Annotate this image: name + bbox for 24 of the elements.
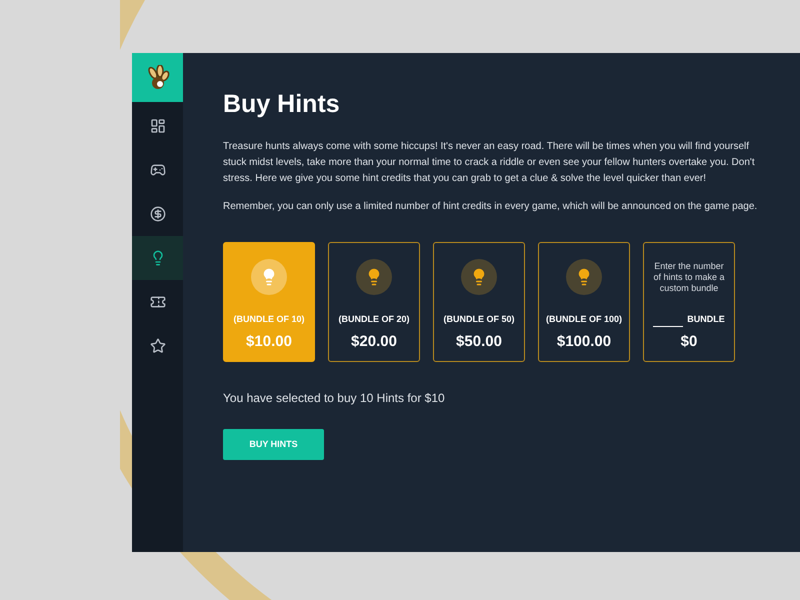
lightbulb-icon [251,259,287,295]
bundle-label: (BUNDLE OF 100) [546,313,622,326]
bundle-card[interactable]: (BUNDLE OF 20) $20.00 [328,242,420,362]
bundle-label: BUNDLE [687,313,725,326]
logo-icon [132,53,183,102]
bundle-price: $20.00 [351,332,397,352]
lightbulb-icon [356,259,392,295]
description-paragraph: Treasure hunts always come with some hiccups! It's never an easy road. There will be times when you will find yourself stuck midst levels, take more than your normal time to crack a riddle or even see your fellow hunters overtake you. Don't stress. Here we give you some hint credits that you can grab to get a clue & solve the level quicker than ever! [223,140,756,186]
bundle-price: $100.00 [556,332,612,352]
lightbulb-icon [566,259,602,295]
selection-summary: You have selected to buy 10 Hints for $10 [223,390,446,407]
bundle-price: $10.00 [246,332,292,352]
bundle-card[interactable]: (BUNDLE OF 50) $50.00 [433,242,525,362]
custom-bundle-hint: Enter the number of hints to make a custom bundle [652,261,726,294]
bundle-card[interactable]: (BUNDLE OF 100) $100.00 [538,242,630,362]
bundle-label: (BUNDLE OF 20) [338,313,410,326]
bundle-price: $0 [680,332,698,352]
bundle-label: (BUNDLE OF 10) [233,313,304,326]
bundle-price: $50.00 [456,332,502,352]
bundle-label: (BUNDLE OF 50) [443,313,514,326]
description-paragraph: Remember, you can only use a limited number of hint credits in every game, which will be announced on the game page. [223,200,758,214]
custom-bundle-card[interactable]: Enter the number of hints to make a custom bundle BUNDLE $0 [643,242,735,362]
lightbulb-icon [461,259,497,295]
page-title: Buy Hints [223,89,341,119]
